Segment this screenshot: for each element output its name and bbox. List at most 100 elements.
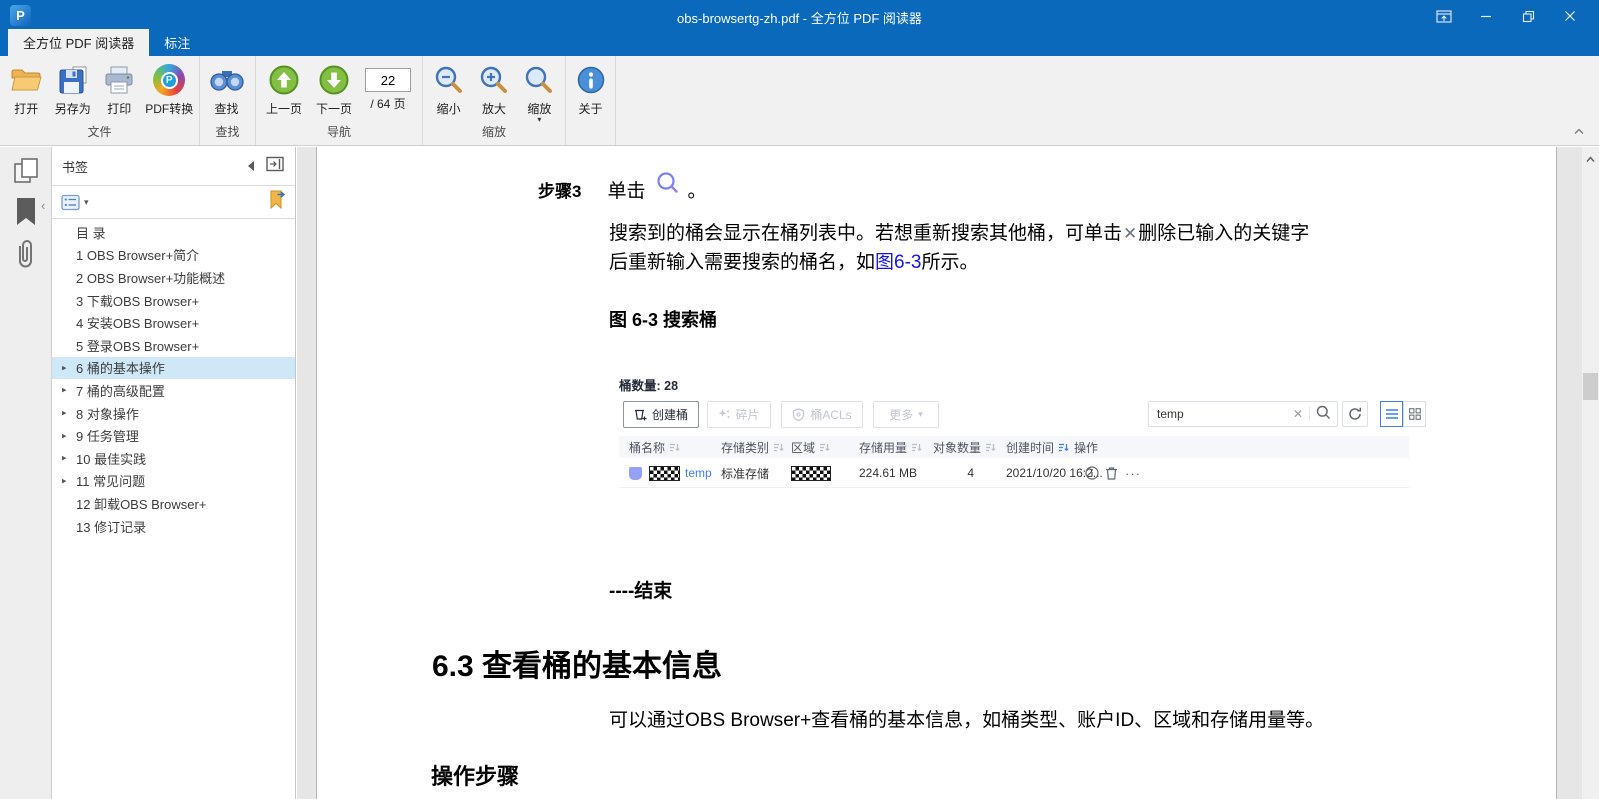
document-viewport: 步骤3 单击 。 搜索到的桶会显示在桶列表中。若想重新搜索其他桶，可单击✕删除已… xyxy=(297,147,1599,799)
close-button[interactable] xyxy=(1549,3,1591,29)
clear-search-icon[interactable]: ✕ xyxy=(1293,407,1303,421)
column-header[interactable]: 存储类别 xyxy=(721,436,784,458)
toc-item[interactable]: 3 下载OBS Browser+ xyxy=(52,289,295,312)
expand-caret-icon[interactable]: ▸ xyxy=(62,385,67,396)
toc-item[interactable]: 5 登录OBS Browser+ xyxy=(52,334,295,357)
ribbon-display-options-icon[interactable] xyxy=(1423,3,1465,29)
group-label-file: 文件 xyxy=(3,123,196,145)
find-button[interactable]: 查找 xyxy=(203,61,250,117)
column-header[interactable]: 桶名称 xyxy=(629,436,680,458)
sub-heading: 操作步骤 xyxy=(431,759,519,791)
ribbon-group-find: 查找 查找 xyxy=(200,56,256,145)
collapse-panel-icon[interactable] xyxy=(248,161,254,171)
bucket-table-header: 桶名称 存储类别 区域 存储用量 对象数量 创建时间 操作 xyxy=(619,436,1409,458)
about-button[interactable]: 关于 xyxy=(569,61,612,117)
zoom-in-button[interactable]: 放大 xyxy=(471,61,516,117)
toc-item[interactable]: ▸9 任务管理 xyxy=(52,424,295,447)
page-number-control: / 64 页 xyxy=(359,61,417,112)
scroll-up-arrow[interactable] xyxy=(1582,150,1599,168)
sort-icon-active xyxy=(1058,442,1069,453)
info-icon xyxy=(574,63,608,97)
toc-item[interactable]: 1 OBS Browser+简介 xyxy=(52,244,295,267)
zoom-icon xyxy=(522,63,556,97)
expand-caret-icon[interactable]: ▸ xyxy=(62,453,67,464)
ribbon-group-about: 关于 xyxy=(566,56,616,145)
zoom-out-icon xyxy=(432,63,466,97)
bucket-table-row[interactable]: temp 标准存储 224.61 MB 4 2021/10/20 16:2... xyxy=(619,458,1409,488)
bucket-icon xyxy=(629,458,642,488)
tab-main[interactable]: 全方位 PDF 阅读器 xyxy=(8,29,149,56)
dock-panel-icon[interactable] xyxy=(266,156,285,177)
more-button[interactable]: 更多 ▾ xyxy=(873,401,939,428)
figure-caption: 图 6-3 搜索桶 xyxy=(609,306,717,332)
fragments-button[interactable]: 碎片 xyxy=(707,401,771,428)
column-header[interactable]: 区域 xyxy=(791,436,830,458)
sidebar-toolbar: ▾ xyxy=(52,186,295,219)
toc-item[interactable]: ▸8 对象操作 xyxy=(52,402,295,425)
view-toggle-group xyxy=(1380,401,1426,427)
storage-class-cell: 标准存储 xyxy=(721,458,769,488)
toc-item[interactable]: 13 修订记录 xyxy=(52,515,295,538)
toc-list: 目 录 1 OBS Browser+简介 2 OBS Browser+功能概述 … xyxy=(52,221,295,537)
panel-title: 书签 xyxy=(62,157,88,176)
open-button[interactable]: 打开 xyxy=(3,61,50,117)
bucket-count: 桶数量: 28 xyxy=(619,375,678,394)
pdf-page: 步骤3 单击 。 搜索到的桶会显示在桶列表中。若想重新搜索其他桶，可单击✕删除已… xyxy=(316,147,1557,799)
zoom-dropdown-button[interactable]: 缩放 ▾ xyxy=(517,61,562,123)
scrollbar-thumb[interactable] xyxy=(1583,373,1598,400)
refresh-icon xyxy=(1348,407,1362,421)
bookmark-options-dropdown[interactable]: ▾ xyxy=(61,194,89,211)
search-icon[interactable] xyxy=(1316,405,1331,423)
group-label-about xyxy=(569,140,612,145)
row-more-actions[interactable]: ··· xyxy=(1125,458,1141,488)
bookmarks-panel-icon[interactable] xyxy=(13,197,39,232)
bucket-acls-button[interactable]: 桶ACLs xyxy=(781,401,863,428)
delete-bucket-icon[interactable] xyxy=(1105,458,1118,488)
next-page-button[interactable]: 下一页 xyxy=(309,61,359,117)
toc-item[interactable]: 2 OBS Browser+功能概述 xyxy=(52,266,295,289)
paragraph-1: 搜索到的桶会显示在桶列表中。若想重新搜索其他桶，可单击✕删除已输入的关键字 后重… xyxy=(609,219,1309,277)
pdf-convert-button[interactable]: P PDF转换 xyxy=(143,61,196,117)
toc-item[interactable]: ▸11 常见问题 xyxy=(52,470,295,493)
create-bucket-button[interactable]: 创建桶 xyxy=(623,401,699,428)
expand-caret-icon[interactable]: ▸ xyxy=(62,475,67,486)
prev-page-button[interactable]: 上一页 xyxy=(259,61,309,117)
toc-item[interactable]: 4 安装OBS Browser+ xyxy=(52,311,295,334)
bucket-search-controls: temp ✕ xyxy=(1148,401,1426,427)
print-button[interactable]: 打印 xyxy=(96,61,143,117)
bucket-info-icon[interactable] xyxy=(1085,458,1099,488)
fragment-icon xyxy=(718,409,730,420)
toc-item[interactable]: ▸10 最佳实践 xyxy=(52,447,295,470)
page-thumbnails-icon[interactable] xyxy=(13,157,40,190)
attachments-icon[interactable] xyxy=(13,239,37,276)
bucket-name-link[interactable]: temp xyxy=(685,458,712,488)
toc-item[interactable]: 目 录 xyxy=(52,221,295,244)
expand-caret-icon[interactable]: ▸ xyxy=(62,362,67,373)
expand-caret-icon[interactable]: ▸ xyxy=(62,430,67,441)
restore-button[interactable] xyxy=(1507,3,1549,29)
vertical-scrollbar[interactable] xyxy=(1582,147,1599,799)
grid-view-toggle[interactable] xyxy=(1403,401,1426,427)
tab-annotate[interactable]: 标注 xyxy=(149,29,205,56)
window-title: obs-browsertg-zh.pdf - 全方位 PDF 阅读器 xyxy=(0,8,1599,27)
toc-item-selected[interactable]: ▸6 桶的基本操作 xyxy=(52,357,295,380)
down-arrow-icon xyxy=(317,63,351,97)
zoom-out-button[interactable]: 缩小 xyxy=(426,61,471,117)
page-number-input[interactable] xyxy=(365,68,411,92)
toc-item[interactable]: 12 卸载OBS Browser+ xyxy=(52,492,295,515)
expand-caret-icon[interactable]: ▸ xyxy=(62,408,67,419)
toc-item[interactable]: ▸7 桶的高级配置 xyxy=(52,379,295,402)
refresh-button[interactable] xyxy=(1342,401,1368,427)
goto-bookmark-icon[interactable] xyxy=(268,190,286,214)
bucket-search-input[interactable]: temp ✕ xyxy=(1148,401,1338,427)
figure-6-3-link[interactable]: 图6-3 xyxy=(875,252,921,273)
list-view-toggle[interactable] xyxy=(1380,401,1403,427)
collapse-ribbon-icon[interactable] xyxy=(1573,122,1585,140)
section-paragraph: 可以通过OBS Browser+查看桶的基本信息，如桶类型、账户ID、区域和存储… xyxy=(609,706,1324,735)
save-as-button[interactable]: 另存为 xyxy=(50,61,97,117)
column-header[interactable]: 存储用量 xyxy=(859,436,922,458)
column-header-sorted[interactable]: 创建时间 xyxy=(1006,436,1069,458)
minimize-button[interactable] xyxy=(1465,3,1507,29)
column-header[interactable]: 对象数量 xyxy=(933,436,996,458)
search-magnifier-icon xyxy=(655,171,681,202)
